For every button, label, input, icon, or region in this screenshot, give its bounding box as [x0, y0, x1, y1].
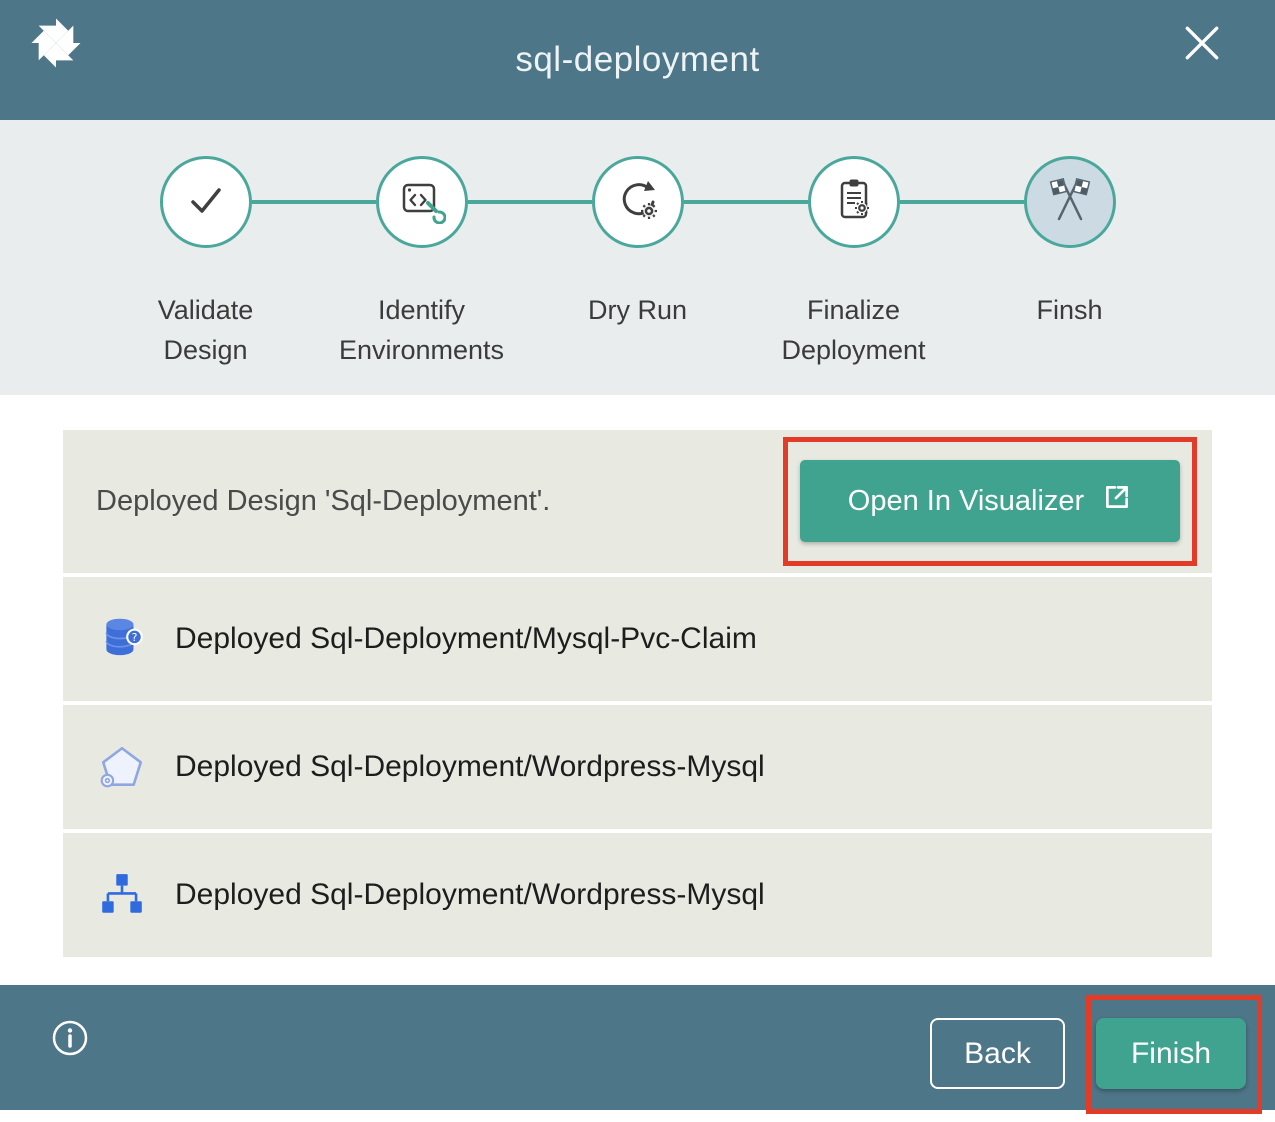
close-icon[interactable]	[1181, 22, 1223, 64]
result-message: Deployed Sql-Deployment/Wordpress-Mysql	[175, 878, 765, 912]
step-finish: Finsh	[962, 156, 1178, 395]
result-message: Deployed Sql-Deployment/Mysql-Pvc-Claim	[175, 622, 757, 656]
clipboard-gear-icon	[830, 176, 878, 229]
deployed-design-row: Deployed Design 'Sql-Deployment'. Open I…	[63, 430, 1212, 573]
open-in-visualizer-button[interactable]: Open In Visualizer	[800, 460, 1180, 542]
back-button[interactable]: Back	[930, 1018, 1065, 1089]
results-panel: Deployed Design 'Sql-Deployment'. Open I…	[0, 395, 1275, 985]
dry-run-icon	[614, 176, 662, 229]
step-circle-finish[interactable]	[1024, 156, 1116, 248]
step-label: Finsh	[1036, 290, 1102, 330]
step-label: Identify Environments	[339, 290, 504, 370]
step-label: Finalize Deployment	[781, 290, 925, 370]
hierarchy-icon	[97, 870, 147, 920]
result-row-mysql-pvc-claim: ? Deployed Sql-Deployment/Mysql-Pvc-Clai…	[63, 577, 1212, 701]
info-icon[interactable]	[50, 1018, 90, 1058]
step-label: Dry Run	[588, 290, 687, 330]
meshery-logo-icon[interactable]	[28, 15, 84, 71]
deployed-design-message: Deployed Design 'Sql-Deployment'.	[96, 485, 550, 518]
database-icon: ?	[97, 614, 147, 664]
result-row-wordpress-mysql-1: Deployed Sql-Deployment/Wordpress-Mysql	[63, 705, 1212, 829]
svg-text:?: ?	[132, 631, 138, 644]
modal-header: sql-deployment	[0, 0, 1275, 120]
finish-button[interactable]: Finish	[1096, 1018, 1246, 1089]
result-message: Deployed Sql-Deployment/Wordpress-Mysql	[175, 750, 765, 784]
result-row-wordpress-mysql-2: Deployed Sql-Deployment/Wordpress-Mysql	[63, 833, 1212, 957]
external-link-icon	[1102, 482, 1132, 520]
step-identify-environments: Identify Environments	[314, 156, 530, 395]
open-in-visualizer-label: Open In Visualizer	[848, 485, 1084, 518]
step-finalize-deployment: Finalize Deployment	[746, 156, 962, 395]
step-validate-design: Validate Design	[98, 156, 314, 395]
step-dry-run: Dry Run	[530, 156, 746, 395]
step-circle-dry-run[interactable]	[592, 156, 684, 248]
step-circle-identify-environments[interactable]	[376, 156, 468, 248]
deployment-stepper: Validate Design Identify Environments	[0, 120, 1275, 395]
step-label: Validate Design	[158, 290, 254, 370]
pentagon-icon	[97, 742, 147, 792]
code-wrench-icon	[398, 176, 446, 229]
checkered-flags-icon	[1046, 176, 1094, 229]
modal-footer: Back Finish	[0, 985, 1275, 1110]
step-circle-validate-design[interactable]	[160, 156, 252, 248]
modal-title: sql-deployment	[515, 40, 759, 80]
bottom-margin	[0, 1110, 1275, 1122]
step-circle-finalize-deployment[interactable]	[808, 156, 900, 248]
check-icon	[182, 176, 230, 229]
